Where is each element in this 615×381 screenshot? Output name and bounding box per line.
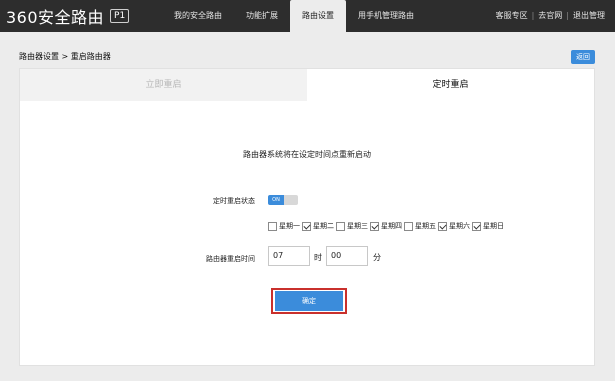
day-label: 星期一 xyxy=(279,222,300,230)
tab-scheduled-reboot[interactable]: 定时重启 xyxy=(307,69,594,101)
minute-input[interactable]: 00 xyxy=(326,246,368,266)
day-label: 星期四 xyxy=(381,222,402,230)
day-label: 星期三 xyxy=(347,222,368,230)
logo-text: 360安全路由 xyxy=(6,8,105,27)
link-divider: | xyxy=(531,11,535,20)
model-badge: P1 xyxy=(110,9,130,23)
day-label: 星期六 xyxy=(449,222,470,230)
logout-link[interactable]: 退出管理 xyxy=(573,0,605,32)
day-monday[interactable]: 星期一 xyxy=(268,221,300,231)
main-nav: 我的安全路由 功能扩展 路由设置 用手机管理路由 xyxy=(162,0,426,32)
toggle-track xyxy=(284,195,298,205)
brand-logo[interactable]: 360安全路由 P1 xyxy=(6,5,130,27)
breadcrumb: 路由器设置 > 重启路由器 xyxy=(19,52,111,61)
weekday-selector: 星期一 星期二 星期三 星期四 星期五 星期六 星期日 xyxy=(268,221,506,231)
day-checkbox[interactable] xyxy=(370,221,379,231)
nav-mobile-manage[interactable]: 用手机管理路由 xyxy=(346,0,426,32)
confirm-button[interactable]: 确定 xyxy=(275,291,343,311)
schedule-status-label: 定时重启状态 xyxy=(213,197,255,205)
toggle-on-text: ON xyxy=(268,195,284,205)
day-checkbox[interactable] xyxy=(438,221,447,231)
link-divider: | xyxy=(566,11,569,20)
day-label: 星期五 xyxy=(415,222,436,230)
nav-router-settings[interactable]: 路由设置 xyxy=(290,0,346,32)
day-checkbox[interactable] xyxy=(268,221,277,231)
day-checkbox[interactable] xyxy=(336,221,345,231)
nav-my-router[interactable]: 我的安全路由 xyxy=(162,0,234,32)
hour-unit: 时 xyxy=(314,253,322,262)
day-checkbox[interactable] xyxy=(302,221,311,231)
day-label: 星期二 xyxy=(313,222,334,230)
customer-service-link[interactable]: 客服专区 xyxy=(496,0,528,32)
tab-reboot-now[interactable]: 立即重启 xyxy=(20,69,307,101)
back-button[interactable]: 返回 xyxy=(571,50,595,64)
day-checkbox[interactable] xyxy=(404,221,413,231)
minute-unit: 分 xyxy=(373,253,381,262)
official-site-link[interactable]: 去官网 xyxy=(538,0,562,32)
day-thursday[interactable]: 星期四 xyxy=(370,221,402,231)
day-friday[interactable]: 星期五 xyxy=(404,221,436,231)
reboot-time-label: 路由器重启时间 xyxy=(206,255,255,263)
reboot-tabs: 立即重启 定时重启 xyxy=(20,69,594,101)
schedule-description: 路由器系统将在设定时间点重新启动 xyxy=(243,150,371,159)
day-sunday[interactable]: 星期日 xyxy=(472,221,504,231)
schedule-toggle[interactable]: ON xyxy=(268,195,298,205)
nav-extensions[interactable]: 功能扩展 xyxy=(234,0,290,32)
day-tuesday[interactable]: 星期二 xyxy=(302,221,334,231)
day-label: 星期日 xyxy=(483,222,504,230)
reboot-panel: 立即重启 定时重启 路由器系统将在设定时间点重新启动 定时重启状态 ON 星期一… xyxy=(19,68,595,366)
day-checkbox[interactable] xyxy=(472,221,481,231)
header-links: 客服专区 | 去官网 | 退出管理 xyxy=(496,0,605,32)
top-bar: 360安全路由 P1 我的安全路由 功能扩展 路由设置 用手机管理路由 客服专区… xyxy=(0,0,615,32)
hour-input[interactable]: 07 xyxy=(268,246,310,266)
day-saturday[interactable]: 星期六 xyxy=(438,221,470,231)
day-wednesday[interactable]: 星期三 xyxy=(336,221,368,231)
